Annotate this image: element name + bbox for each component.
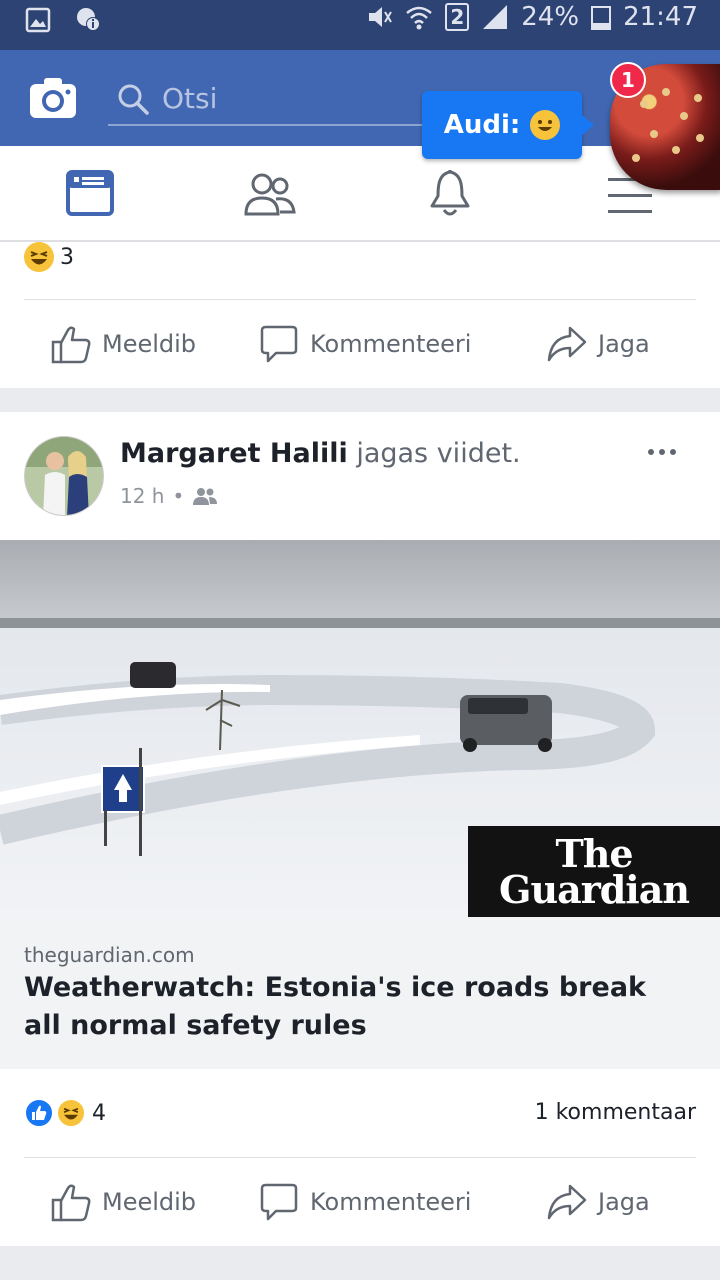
link-domain: theguardian.com (24, 943, 195, 967)
like-reaction-icon (24, 1098, 54, 1128)
gallery-icon (25, 7, 51, 33)
like-button[interactable]: Meeldib (50, 314, 196, 374)
haha-reaction-icon (24, 242, 54, 272)
location-info-icon (77, 8, 100, 31)
divider (24, 299, 696, 300)
nav-tabs (0, 146, 720, 242)
signal-icon (483, 5, 508, 29)
comments-count-link[interactable]: 1 kommentaar (535, 1100, 696, 1125)
shared-text: jagas viidet. (356, 438, 521, 469)
chat-tip-sender: Audi: (443, 110, 521, 140)
comment-button[interactable]: Kommenteeri (258, 1172, 471, 1232)
reaction-summary[interactable]: 3 (24, 242, 74, 272)
chat-unread-badge: 1 (610, 62, 646, 98)
share-label: Jaga (598, 330, 650, 358)
author-avatar[interactable] (24, 436, 104, 516)
news-feed-icon (66, 170, 114, 216)
search-icon (118, 84, 149, 115)
more-dots-icon (648, 449, 654, 455)
feed-post-previous: 3 Meeldib Kommenteeri Jaga (0, 242, 720, 388)
comment-icon (260, 325, 298, 363)
link-title: Weatherwatch: Estonia's ice roads break … (24, 972, 646, 1041)
share-button[interactable]: Jaga (546, 314, 650, 374)
smile-emoji-icon (530, 110, 561, 140)
like-label: Meeldib (102, 1188, 197, 1216)
tab-notifications[interactable] (420, 166, 480, 226)
author-name[interactable]: Margaret Halili (120, 438, 348, 469)
search-bar[interactable] (108, 74, 448, 126)
reaction-summary[interactable]: 4 (24, 1098, 106, 1128)
battery-percent: 24% (521, 2, 580, 32)
comment-label: Kommenteeri (310, 1188, 472, 1216)
post-options-button[interactable] (648, 444, 684, 460)
reaction-count: 4 (92, 1100, 106, 1126)
camera-icon (30, 78, 76, 118)
wifi-icon (406, 6, 433, 30)
post-header-text: Margaret Halili jagas viidet. (120, 438, 521, 469)
clock: 21:47 (623, 2, 698, 32)
bell-icon (430, 170, 470, 216)
tab-friends[interactable] (240, 166, 300, 226)
post-meta: 12 h • (120, 484, 218, 508)
post-actions: Meeldib Kommenteeri Jaga (0, 1172, 720, 1232)
guardian-logo: The Guardian (468, 826, 720, 917)
search-input[interactable] (162, 80, 422, 116)
camera-button[interactable] (28, 76, 78, 120)
meta-separator: • (172, 484, 185, 508)
guardian-logo-line2: Guardian (499, 867, 690, 912)
post-actions: Meeldib Kommenteeri Jaga (0, 314, 720, 374)
share-label: Jaga (598, 1188, 650, 1216)
status-bar: 2 24% 21:47 (0, 0, 720, 50)
like-button[interactable]: Meeldib (50, 1172, 196, 1232)
divider (24, 1157, 696, 1158)
friends-audience-icon (193, 488, 218, 505)
reaction-count: 3 (60, 244, 74, 270)
friends-icon (244, 173, 296, 216)
like-label: Meeldib (102, 330, 197, 358)
haha-reaction-icon (56, 1098, 86, 1128)
sim-badge: 2 (445, 3, 470, 31)
thumbs-up-icon (51, 1184, 91, 1222)
thumbs-up-icon (51, 326, 91, 364)
link-preview-image[interactable]: The Guardian (0, 540, 720, 917)
comment-button[interactable]: Kommenteeri (258, 314, 471, 374)
chat-head-message-tip[interactable]: Audi: (422, 91, 594, 159)
share-arrow-icon (547, 326, 587, 362)
post-time[interactable]: 12 h (120, 484, 164, 508)
comment-label: Kommenteeri (310, 330, 472, 358)
link-preview-caption[interactable]: theguardian.com Weatherwatch: Estonia's … (0, 917, 720, 1069)
share-button[interactable]: Jaga (546, 1172, 650, 1232)
battery-icon (591, 6, 612, 30)
tab-news-feed[interactable] (60, 166, 120, 226)
comment-icon (260, 1183, 298, 1221)
share-arrow-icon (547, 1184, 587, 1220)
mute-icon (369, 7, 393, 27)
feed-post: Margaret Halili jagas viidet. 12 h • The… (0, 412, 720, 1246)
